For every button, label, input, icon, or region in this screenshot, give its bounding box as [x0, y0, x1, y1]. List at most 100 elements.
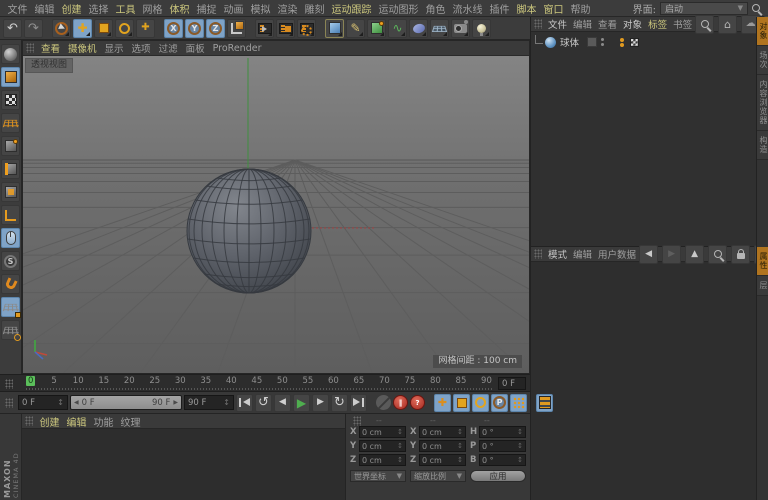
- spinner-icon[interactable]: ↕: [397, 442, 403, 450]
- menu-角色[interactable]: 角色: [422, 1, 449, 16]
- object-label[interactable]: 球体: [558, 35, 581, 49]
- play-button[interactable]: ▶: [293, 394, 310, 412]
- coord-field-X-1[interactable]: 0 cm↕: [419, 426, 466, 438]
- menu-插件[interactable]: 插件: [486, 1, 513, 16]
- menu-雕刻[interactable]: 雕刻: [301, 1, 328, 16]
- am-menu-用户数据[interactable]: 用户数据: [595, 247, 639, 261]
- coord-field-Y-1[interactable]: 0 cm↕: [419, 440, 466, 452]
- coord-select-1[interactable]: 缩放比例▼: [410, 470, 466, 482]
- om-menu-编辑[interactable]: 编辑: [570, 17, 595, 31]
- record-keyframe-button[interactable]: ‖: [393, 395, 408, 410]
- texture-tag-icon[interactable]: [630, 38, 639, 47]
- position-key-toggle[interactable]: ✚: [434, 394, 451, 412]
- side-tab-场次[interactable]: 场次: [757, 46, 768, 75]
- menu-渲染[interactable]: 渲染: [274, 1, 301, 16]
- coord-system-button[interactable]: [227, 19, 246, 38]
- up-arrow-icon[interactable]: ▲: [685, 245, 704, 264]
- om-menu-查看[interactable]: 查看: [595, 17, 620, 31]
- menu-工具[interactable]: 工具: [112, 1, 139, 16]
- visibility-toggle[interactable]: [601, 38, 604, 46]
- side-tab-对象[interactable]: 对象: [757, 17, 768, 46]
- workplane-mode-button[interactable]: [1, 113, 20, 133]
- viewport-menu-查看[interactable]: 查看: [37, 41, 64, 55]
- current-frame-field[interactable]: 0 F ↕: [18, 395, 68, 410]
- move-tool[interactable]: ✚: [73, 19, 92, 38]
- side-tab-内容浏览器[interactable]: 内容浏览器: [757, 75, 768, 131]
- panel-handle[interactable]: [5, 398, 13, 408]
- material-menu-纹理[interactable]: 纹理: [117, 414, 144, 429]
- make-editable-button[interactable]: [1, 44, 20, 64]
- material-menu-功能[interactable]: 功能: [90, 414, 117, 429]
- end-frame-field[interactable]: 90 F ↕: [184, 395, 234, 410]
- generator-button[interactable]: [367, 19, 386, 38]
- search-icon[interactable]: [708, 245, 727, 264]
- y-axis-button[interactable]: Y: [185, 19, 204, 38]
- range-right-arrow-icon[interactable]: ▶: [173, 399, 178, 406]
- home-icon[interactable]: ⌂: [718, 15, 737, 34]
- render-settings-button[interactable]: [297, 19, 316, 38]
- back-arrow-icon[interactable]: ◀: [639, 245, 658, 264]
- side-tab-构造[interactable]: 构造: [757, 131, 768, 160]
- redo-button[interactable]: ↷: [24, 19, 43, 38]
- points-mode-button[interactable]: [1, 136, 20, 156]
- polygons-mode-button[interactable]: [1, 182, 20, 202]
- primitive-cube-button[interactable]: [325, 19, 344, 38]
- side-tab-属性[interactable]: 属性: [757, 247, 768, 276]
- menu-动画[interactable]: 动画: [220, 1, 247, 16]
- texture-mode-button[interactable]: [1, 90, 20, 110]
- viewport-solo-button[interactable]: [1, 228, 20, 248]
- goto-start-button[interactable]: [236, 394, 253, 412]
- next-frame-button[interactable]: ▶: [312, 394, 329, 412]
- coord-select-0[interactable]: 世界坐标▼: [350, 470, 406, 482]
- menu-帮助[interactable]: 帮助: [567, 1, 594, 16]
- edges-mode-button[interactable]: [1, 159, 20, 179]
- viewport-menu-过滤[interactable]: 过滤: [155, 41, 182, 55]
- menu-捕捉[interactable]: 捕捉: [193, 1, 220, 16]
- spinner-icon[interactable]: ↕: [397, 456, 403, 464]
- sphere-object[interactable]: [187, 169, 311, 293]
- lock-workplane-button[interactable]: [1, 297, 20, 317]
- prev-key-button[interactable]: ↺: [255, 394, 272, 412]
- viewport-canvas[interactable]: [23, 56, 529, 373]
- range-left-arrow-icon[interactable]: ◀: [74, 399, 79, 406]
- spinner-icon[interactable]: ↕: [223, 398, 230, 407]
- menu-运动跟踪[interactable]: 运动跟踪: [328, 1, 375, 16]
- render-picture-viewer-button[interactable]: [276, 19, 295, 38]
- spinner-icon[interactable]: ↕: [457, 442, 463, 450]
- spinner-icon[interactable]: ↕: [57, 398, 64, 407]
- coord-field-Y-0[interactable]: 0 cm↕: [359, 440, 406, 452]
- menu-网格[interactable]: 网格: [139, 1, 166, 16]
- spinner-icon[interactable]: ↕: [457, 456, 463, 464]
- axis-mode-button[interactable]: [1, 205, 20, 225]
- menu-运动图形[interactable]: 运动图形: [375, 1, 422, 16]
- panel-handle[interactable]: [353, 416, 361, 426]
- coord-field-Z-0[interactable]: 0 cm↕: [359, 454, 406, 466]
- material-menu-编辑[interactable]: 编辑: [63, 414, 90, 429]
- x-axis-button[interactable]: X: [164, 19, 183, 38]
- layer-toggle[interactable]: [587, 37, 597, 47]
- scale-tool[interactable]: [94, 19, 113, 38]
- panel-handle[interactable]: [25, 416, 33, 426]
- viewport-menu-摄像机[interactable]: 摄像机: [64, 41, 101, 55]
- spinner-icon[interactable]: ↕: [517, 428, 523, 436]
- select-tool[interactable]: [52, 19, 71, 38]
- spline-pen-button[interactable]: ✎: [346, 19, 365, 38]
- deformer-button[interactable]: ∿: [388, 19, 407, 38]
- viewport-menu-选项[interactable]: 选项: [128, 41, 155, 55]
- render-dots-toggle[interactable]: [620, 38, 624, 47]
- menu-编辑[interactable]: 编辑: [31, 1, 58, 16]
- preview-range-slider[interactable]: ◀ 0 F 90 F ▶: [70, 395, 182, 410]
- timeline-ruler[interactable]: 051015202530354045505560657075808590 0 F: [0, 374, 530, 392]
- view-label[interactable]: 透视视图: [25, 58, 73, 73]
- panel-handle[interactable]: [534, 249, 542, 259]
- om-menu-对象[interactable]: 对象: [620, 17, 645, 31]
- environment-button[interactable]: [430, 19, 449, 38]
- apply-button[interactable]: 应用: [470, 470, 526, 482]
- spinner-icon[interactable]: ↕: [397, 428, 403, 436]
- snap-mode-button[interactable]: S: [1, 251, 20, 271]
- interface-select[interactable]: 启动 ▼: [660, 2, 748, 15]
- keyframe-selection-button[interactable]: [536, 394, 553, 412]
- coord-field-Z-1[interactable]: 0 cm↕: [419, 454, 466, 466]
- pla-key-toggle[interactable]: [510, 394, 527, 412]
- coord-header-1[interactable]: --: [418, 416, 472, 425]
